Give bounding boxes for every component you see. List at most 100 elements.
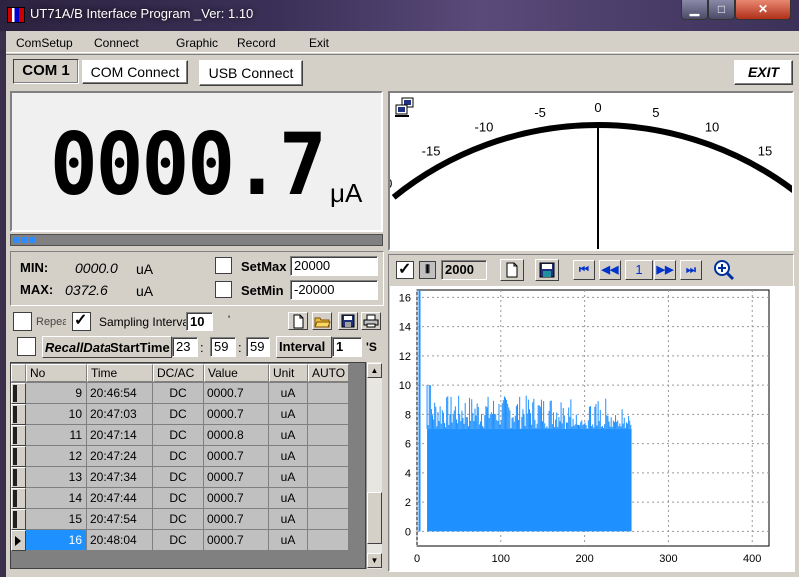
com-port-button[interactable]: COM 1 — [13, 59, 79, 84]
sampling-checkbox[interactable] — [72, 310, 91, 331]
scroll-down-button[interactable]: ▼ — [367, 553, 382, 568]
col-header-value[interactable]: Value — [204, 364, 269, 382]
table-row[interactable]: 12 20:47:24 DC 0000.7 uA — [11, 446, 349, 467]
usb-connect-button[interactable]: USB Connect — [199, 60, 303, 86]
first-page-icon[interactable]: ⏮ — [573, 260, 595, 280]
setmax-field[interactable]: 20000 — [290, 256, 378, 276]
meter-tick-label: 10 — [705, 120, 719, 135]
minimize-button[interactable]: ▁ — [681, 0, 708, 20]
interval-unit: 'S — [366, 340, 377, 354]
setmin-field[interactable]: -20000 — [290, 280, 378, 300]
menu-comsetup[interactable]: ComSetup — [16, 36, 73, 50]
table-cell-unit: uA — [269, 425, 308, 446]
table-cell-unit: uA — [269, 404, 308, 425]
row-header[interactable] — [11, 425, 26, 446]
row-header[interactable] — [11, 467, 26, 488]
meter-tick-label: 15 — [758, 144, 772, 159]
start-minute-field[interactable]: 59 — [210, 337, 236, 357]
meter-tick-label: 5 — [652, 105, 659, 120]
setmax-checkbox[interactable] — [215, 257, 232, 274]
setmin-label: SetMin — [241, 283, 284, 298]
meter-tick-label: -10 — [475, 120, 494, 135]
table-cell-auto — [308, 383, 349, 404]
open-folder-icon[interactable] — [312, 312, 332, 330]
table-row[interactable]: 15 20:47:54 DC 0000.7 uA — [11, 509, 349, 530]
repeat-checkbox[interactable] — [13, 312, 32, 331]
row-header[interactable] — [11, 446, 26, 467]
table-row[interactable]: 14 20:47:44 DC 0000.7 uA — [11, 488, 349, 509]
col-header-time[interactable]: Time — [87, 364, 153, 382]
last-page-icon[interactable]: ⏭ — [680, 260, 702, 280]
sampling-interval-field[interactable]: 10 — [186, 312, 213, 331]
table-cell-unit: uA — [269, 446, 308, 467]
meter-tick-label: -15 — [422, 144, 441, 159]
exit-button[interactable]: EXIT — [734, 60, 793, 85]
chart-new-icon[interactable] — [500, 259, 524, 281]
sampling-unit: ' — [228, 314, 231, 326]
table-cell-value: 0000.7 — [204, 530, 269, 551]
y-tick-label: 10 — [399, 380, 411, 392]
print-icon[interactable] — [361, 312, 381, 330]
app-icon — [7, 7, 25, 23]
col-header-unit[interactable]: Unit — [269, 364, 308, 382]
setmin-checkbox[interactable] — [215, 281, 232, 298]
start-second-field[interactable]: 59 — [246, 337, 270, 357]
prev-page-icon[interactable]: ◀◀ — [599, 260, 621, 280]
table-cell-auto — [308, 404, 349, 425]
row-header[interactable] — [11, 383, 26, 404]
analog-meter: -20-15-10-505101520 — [388, 91, 794, 251]
table-row[interactable]: 10 20:47:03 DC 0000.7 uA — [11, 404, 349, 425]
chart-points-field[interactable]: 2000 — [441, 260, 487, 280]
meter-config-icon[interactable] — [394, 96, 418, 118]
row-header[interactable] — [11, 530, 26, 551]
table-cell-time: 20:48:04 — [87, 530, 153, 551]
chart-save-icon[interactable] — [535, 259, 559, 281]
close-button[interactable]: ✕ — [735, 0, 791, 20]
table-row[interactable]: 9 20:46:54 DC 0000.7 uA — [11, 383, 349, 404]
table-cell-no: 16 — [26, 530, 87, 551]
recall-label: RecallData — [45, 340, 110, 355]
table-row[interactable]: 13 20:47:34 DC 0000.7 uA — [11, 467, 349, 488]
row-header[interactable] — [11, 509, 26, 530]
next-page-icon[interactable]: ▶▶ — [654, 260, 676, 280]
y-tick-label: 12 — [399, 351, 411, 363]
chart-enable-checkbox[interactable] — [396, 259, 414, 279]
repeat-label: Repea — [36, 316, 66, 328]
scroll-up-button[interactable]: ▲ — [367, 363, 382, 378]
x-tick-label: 300 — [659, 553, 677, 565]
zoom-in-icon[interactable] — [712, 258, 736, 282]
table-cell-no: 10 — [26, 404, 87, 425]
y-tick-label: 16 — [399, 292, 411, 304]
menu-graphic[interactable]: Graphic — [176, 36, 218, 50]
row-header[interactable] — [11, 404, 26, 425]
table-cell-mode: DC — [153, 530, 204, 551]
chart-area — [427, 428, 632, 532]
menu-record[interactable]: Record — [237, 36, 276, 50]
interval-field[interactable]: 1 — [332, 337, 362, 357]
chart-mode-icon[interactable]: ⫴ — [419, 261, 436, 279]
table-row[interactable]: 16 20:48:04 DC 0000.7 uA — [11, 530, 349, 551]
start-hour-field[interactable]: 23 — [172, 337, 198, 357]
recall-checkbox[interactable] — [17, 337, 36, 356]
scroll-thumb[interactable] — [367, 492, 382, 544]
time-separator: : — [238, 340, 242, 355]
table-cell-value: 0000.7 — [204, 404, 269, 425]
menu-connect[interactable]: Connect — [94, 36, 139, 50]
table-row[interactable]: 11 20:47:14 DC 0000.8 uA — [11, 425, 349, 446]
maximize-button[interactable]: □ — [708, 0, 735, 20]
new-file-icon[interactable] — [288, 312, 308, 330]
table-cell-unit: uA — [269, 509, 308, 530]
table-cell-auto — [308, 488, 349, 509]
y-tick-label: 2 — [405, 497, 411, 509]
col-header-no[interactable]: No — [26, 364, 87, 382]
com-connect-button[interactable]: COM Connect — [82, 60, 188, 84]
save-icon[interactable] — [338, 312, 358, 330]
table-cell-no: 13 — [26, 467, 87, 488]
lcd-reading: 0000.7 — [50, 115, 327, 215]
menu-exit[interactable]: Exit — [309, 36, 329, 50]
row-header[interactable] — [11, 488, 26, 509]
table-cell-no: 9 — [26, 383, 87, 404]
y-tick-label: 0 — [405, 526, 411, 538]
col-header-mode[interactable]: DC/AC — [153, 364, 204, 382]
col-header-auto[interactable]: AUTO — [308, 364, 349, 382]
